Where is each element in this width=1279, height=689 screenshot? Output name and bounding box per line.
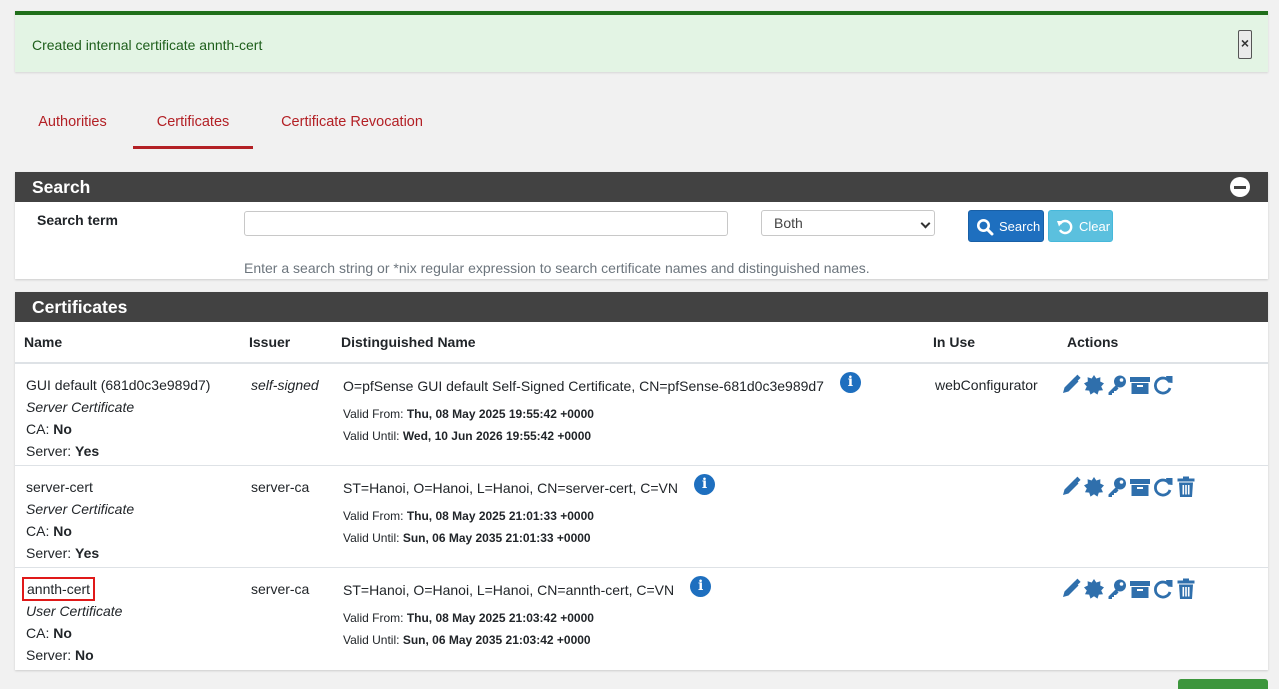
cert-type: Server Certificate <box>26 500 135 517</box>
cert-name-highlighted: annth-cert <box>21 576 96 601</box>
cert-dn: ST=Hanoi, O=Hanoi, L=Hanoi, CN=server-ce… <box>343 479 678 496</box>
cert-server: Server: Yes <box>26 544 100 561</box>
cert-in-use: webConfigurator <box>935 377 1038 393</box>
info-icon[interactable]: i <box>839 372 861 393</box>
valid-until: Valid Until: Sun, 06 May 2035 21:01:33 +… <box>343 530 591 545</box>
success-alert: Created internal certificate annth-cert … <box>15 11 1268 72</box>
search-scope-select[interactable]: Both <box>761 210 935 236</box>
cert-name-cell: server-cert Server Certificate CA: No Se… <box>15 464 240 567</box>
key-icon[interactable] <box>1106 476 1128 498</box>
cert-in-use <box>924 464 1058 567</box>
collapse-icon[interactable] <box>1230 177 1250 197</box>
cert-issuer: server-ca <box>240 566 332 669</box>
trash-icon[interactable] <box>1175 476 1197 498</box>
cert-in-use <box>924 566 1058 669</box>
table-row: annth-cert User Certificate CA: No Serve… <box>15 566 1268 669</box>
certificates-panel-title: Certificates <box>32 297 128 317</box>
cert-type: User Certificate <box>26 602 123 619</box>
undo-icon <box>1057 219 1073 235</box>
renew-icon[interactable] <box>1152 374 1174 396</box>
cert-name: server-cert <box>26 478 93 495</box>
cert-name: GUI default (681d0c3e989d7) <box>26 377 211 393</box>
cert-name: annth-cert <box>21 576 240 601</box>
cert-icon[interactable] <box>1083 578 1105 600</box>
table-row: server-cert Server Certificate CA: No Se… <box>15 464 1268 567</box>
search-scope-value: Both <box>774 215 803 231</box>
valid-from: Valid From: Thu, 08 May 2025 19:55:42 +0… <box>343 407 594 421</box>
certificates-table: Name Issuer Distinguished Name In Use Ac… <box>15 322 1268 669</box>
edit-icon[interactable] <box>1060 374 1082 396</box>
certificates-panel: Certificates Name Issuer Distinguished N… <box>15 292 1268 670</box>
renew-icon[interactable] <box>1152 578 1174 600</box>
key-icon[interactable] <box>1106 578 1128 600</box>
cert-server: Server: Yes <box>26 443 100 459</box>
tab-certificate-revocation[interactable]: Certificate Revocation <box>265 100 439 149</box>
column-header-actions: Actions <box>1058 322 1268 364</box>
search-button[interactable]: Search <box>968 210 1044 242</box>
search-icon <box>977 219 994 236</box>
info-icon[interactable]: i <box>690 575 712 597</box>
cert-icon[interactable] <box>1083 476 1105 498</box>
cert-ca: CA: No <box>26 624 72 641</box>
cert-dn: ST=Hanoi, O=Hanoi, L=Hanoi, CN=annth-cer… <box>343 581 675 598</box>
cert-dn-cell: ST=Hanoi, O=Hanoi, L=Hanoi, CN=server-ce… <box>332 464 924 567</box>
archive-icon[interactable] <box>1129 476 1151 498</box>
column-header-name[interactable]: Name <box>15 322 240 364</box>
certificates-panel-heading: Certificates <box>15 292 1268 322</box>
cert-issuer: server-ca <box>240 464 332 567</box>
cert-dn-cell: ST=Hanoi, O=Hanoi, L=Hanoi, CN=annth-cer… <box>332 566 924 669</box>
edit-icon[interactable] <box>1060 578 1082 600</box>
cert-icon[interactable] <box>1083 374 1105 396</box>
cert-dn-cell: O=pfSense GUI default Self-Signed Certif… <box>332 363 924 465</box>
tab-authorities[interactable]: Authorities <box>15 100 130 149</box>
clear-button[interactable]: Clear <box>1048 210 1113 242</box>
valid-from: Valid From: Thu, 08 May 2025 21:03:42 +0… <box>343 610 594 625</box>
cert-actions <box>1058 566 1268 669</box>
key-icon[interactable] <box>1106 374 1128 396</box>
table-row: GUI default (681d0c3e989d7) Server Certi… <box>15 363 1268 465</box>
renew-icon[interactable] <box>1152 476 1174 498</box>
close-alert-button[interactable]: × <box>1238 30 1252 59</box>
cert-name-cell: GUI default (681d0c3e989d7) Server Certi… <box>15 363 240 465</box>
cert-actions <box>1058 363 1268 465</box>
search-term-label: Search term <box>37 212 118 228</box>
cert-ca: CA: No <box>26 421 72 437</box>
cert-ca: CA: No <box>26 522 72 539</box>
cert-issuer: self-signed <box>251 377 319 393</box>
clear-button-label: Clear <box>1079 219 1111 234</box>
valid-from: Valid From: Thu, 08 May 2025 21:01:33 +0… <box>343 508 594 523</box>
cert-server: Server: No <box>26 646 94 663</box>
add-button-edge[interactable] <box>1178 679 1268 689</box>
search-help-text: Enter a search string or *nix regular ex… <box>244 260 870 276</box>
trash-icon[interactable] <box>1175 578 1197 600</box>
info-icon[interactable]: i <box>693 473 715 495</box>
edit-icon[interactable] <box>1060 476 1082 498</box>
cert-name-cell: annth-cert User Certificate CA: No Serve… <box>15 566 240 669</box>
cert-dn: O=pfSense GUI default Self-Signed Certif… <box>343 378 824 394</box>
archive-icon[interactable] <box>1129 374 1151 396</box>
alert-message: Created internal certificate annth-cert <box>32 37 263 53</box>
chevron-down-icon <box>920 218 931 229</box>
tab-certificates[interactable]: Certificates <box>133 100 253 149</box>
valid-until: Valid Until: Wed, 10 Jun 2026 19:55:42 +… <box>343 429 592 443</box>
search-panel-heading: Search <box>15 172 1268 202</box>
table-header-row: Name Issuer Distinguished Name In Use Ac… <box>15 322 1268 364</box>
search-button-label: Search <box>999 219 1041 234</box>
column-header-distinguished-name[interactable]: Distinguished Name <box>332 322 924 364</box>
cert-actions <box>1058 464 1268 567</box>
search-panel-title: Search <box>32 177 91 197</box>
archive-icon[interactable] <box>1129 578 1151 600</box>
search-panel: Search Search term Both Search Clear Ent… <box>15 172 1268 279</box>
column-header-issuer[interactable]: Issuer <box>240 322 332 364</box>
valid-until: Valid Until: Sun, 06 May 2035 21:03:42 +… <box>343 632 591 647</box>
column-header-in-use[interactable]: In Use <box>924 322 1058 364</box>
search-input[interactable] <box>244 211 728 236</box>
cert-type: Server Certificate <box>26 399 135 415</box>
